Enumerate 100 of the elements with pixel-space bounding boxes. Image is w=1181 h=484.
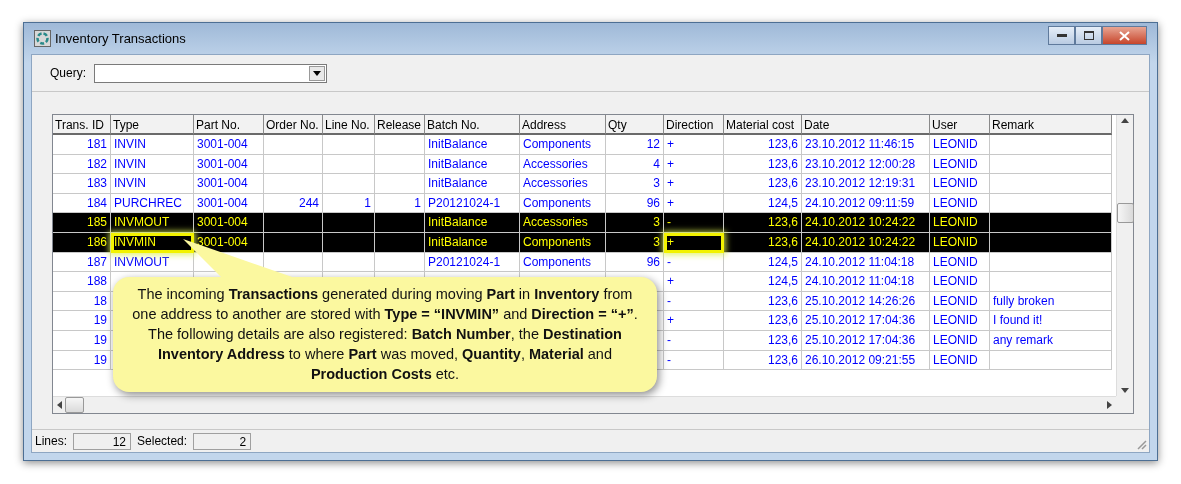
table-row[interactable]: 181 INVIN 3001-004 InitBalance Components 12 + 123,6 23.10.2012 11:46:15 LEONID — [53, 135, 1116, 155]
table-cell: 186 — [53, 232, 111, 253]
column-header[interactable]: Date — [802, 115, 930, 135]
column-header[interactable]: Order No. — [264, 115, 323, 135]
column-header[interactable]: Trans. ID — [53, 115, 111, 135]
table-cell: 25.10.2012 14:26:26 — [802, 291, 930, 312]
table-cell: - — [664, 330, 724, 351]
column-header[interactable]: Part No. — [194, 115, 264, 135]
table-cell: LEONID — [930, 232, 990, 253]
table-cell: InitBalance — [425, 213, 520, 233]
table-cell: - — [664, 291, 724, 312]
table-cell: 3 — [606, 213, 664, 233]
table-cell: 123,6 — [724, 291, 802, 312]
table-cell: INVIN — [111, 154, 194, 175]
table-cell: LEONID — [930, 174, 990, 194]
table-cell: 3001-004 — [194, 154, 264, 175]
table-cell: 123,6 — [724, 213, 802, 233]
table-cell: 3001-004 — [194, 135, 264, 155]
table-cell: 18 — [53, 291, 111, 312]
table-cell: LEONID — [930, 252, 990, 273]
table-cell: 182 — [53, 154, 111, 175]
table-cell: 123,6 — [724, 174, 802, 194]
column-header[interactable]: Remark — [990, 115, 1112, 135]
table-cell: + — [664, 311, 724, 331]
table-cell: 124,5 — [724, 272, 802, 292]
table-cell: 123,6 — [724, 311, 802, 331]
table-cell: 23.10.2012 11:46:15 — [802, 135, 930, 155]
query-label: Query: — [50, 66, 86, 80]
close-button[interactable] — [1102, 26, 1147, 45]
scroll-thumb[interactable] — [65, 397, 84, 413]
table-row[interactable]: 182 INVIN 3001-004 InitBalance Accessories 4 + 123,6 23.10.2012 12:00:28 LEONID — [53, 154, 1116, 175]
table-cell: INVMOUT — [111, 213, 194, 233]
table-cell: 123,6 — [724, 232, 802, 253]
table-cell: 3001-004 — [194, 213, 264, 233]
table-row[interactable]: 183 INVIN 3001-004 InitBalance Accessories 3 + 123,6 23.10.2012 12:19:31 LEONID — [53, 174, 1116, 194]
table-cell: + — [664, 272, 724, 292]
table-cell: + — [664, 174, 724, 194]
table-cell: - — [664, 350, 724, 371]
column-header[interactable]: User — [930, 115, 990, 135]
table-cell: 123,6 — [724, 330, 802, 351]
table-cell: any remark — [990, 330, 1112, 351]
table-cell: 24.10.2012 11:04:18 — [802, 252, 930, 273]
table-cell: 183 — [53, 174, 111, 194]
table-cell: 123,6 — [724, 135, 802, 155]
maximize-icon — [1083, 31, 1094, 40]
scroll-down-icon[interactable] — [1121, 388, 1129, 393]
table-cell: Components — [520, 252, 606, 273]
table-cell: 96 — [606, 252, 664, 273]
table-row[interactable]: 185 INVMOUT 3001-004 InitBalance Accessories 3 - 123,6 24.10.2012 10:24:22 LEONID — [53, 213, 1116, 233]
column-header[interactable]: Type — [111, 115, 194, 135]
table-cell: - — [664, 252, 724, 273]
close-icon — [1119, 30, 1130, 41]
table-cell: INVIN — [111, 174, 194, 194]
column-header[interactable]: Release — [375, 115, 425, 135]
column-header[interactable]: Direction — [664, 115, 724, 135]
table-cell: 23.10.2012 12:19:31 — [802, 174, 930, 194]
table-cell: 188 — [53, 272, 111, 292]
table-cell: LEONID — [930, 350, 990, 371]
vertical-scrollbar[interactable] — [1116, 115, 1133, 396]
scroll-left-icon[interactable] — [57, 401, 62, 409]
table-cell: - — [664, 213, 724, 233]
table-cell: Components — [520, 135, 606, 155]
column-header[interactable]: Line No. — [323, 115, 375, 135]
table-cell: InitBalance — [425, 232, 520, 253]
lines-label: Lines: — [35, 434, 68, 448]
horizontal-scrollbar[interactable] — [53, 396, 1116, 413]
column-header[interactable]: Qty — [606, 115, 664, 135]
lines-count: 12 — [73, 432, 132, 450]
selected-count: 2 — [193, 432, 252, 450]
table-cell: INVIN — [111, 135, 194, 155]
table-cell: InitBalance — [425, 135, 520, 155]
table-cell: Components — [520, 232, 606, 253]
maximize-button[interactable] — [1075, 26, 1102, 45]
caret-icon — [313, 70, 321, 76]
table-cell: LEONID — [930, 272, 990, 292]
table-cell: 19 — [53, 311, 111, 331]
column-header[interactable]: Address — [520, 115, 606, 135]
query-dropdown[interactable] — [94, 63, 327, 83]
table-cell: 26.10.2012 09:21:55 — [802, 350, 930, 371]
app-icon — [34, 30, 51, 47]
minimize-icon — [1056, 33, 1067, 38]
table-cell: Accessories — [520, 213, 606, 233]
scroll-up-icon[interactable] — [1121, 118, 1129, 123]
table-cell: 19 — [53, 350, 111, 371]
resize-grip-icon[interactable] — [1136, 439, 1147, 450]
minimize-button[interactable] — [1048, 26, 1075, 45]
table-cell: 123,6 — [724, 350, 802, 371]
table-cell: 3 — [606, 232, 664, 253]
table-cell: 12 — [606, 135, 664, 155]
table-cell: LEONID — [930, 291, 990, 312]
table-cell: LEONID — [930, 135, 990, 155]
scroll-right-icon[interactable] — [1107, 401, 1112, 409]
table-cell: + — [664, 232, 724, 253]
table-cell: I found it! — [990, 311, 1112, 331]
column-header[interactable]: Material cost — [724, 115, 802, 135]
table-cell: 187 — [53, 252, 111, 273]
column-header[interactable]: Batch No. — [425, 115, 520, 135]
table-row[interactable]: 186 INVMIN 3001-004 InitBalance Components 3 + 123,6 24.10.2012 10:24:22 LEONID — [53, 232, 1116, 253]
scroll-thumb[interactable] — [1116, 203, 1134, 223]
table-cell: INVMOUT — [111, 252, 194, 273]
